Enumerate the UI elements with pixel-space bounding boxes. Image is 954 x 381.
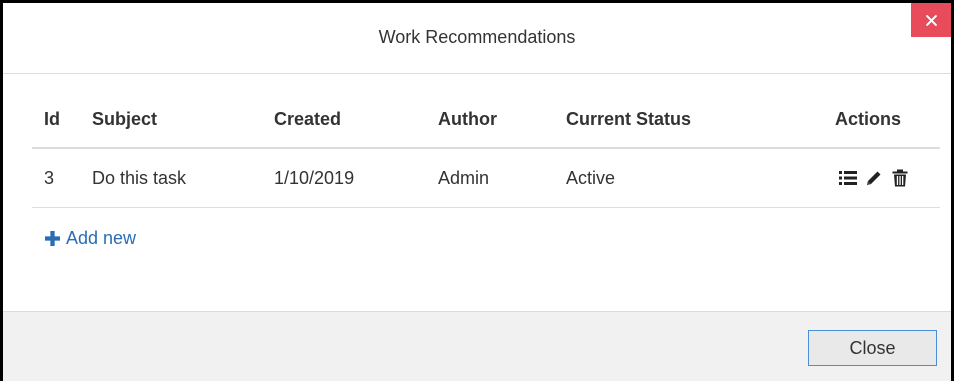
plus-icon xyxy=(45,231,60,246)
column-header-id[interactable]: Id xyxy=(32,91,92,149)
add-new-link[interactable]: Add new xyxy=(45,228,136,249)
work-recommendations-dialog: Work Recommendations Id Subject Created … xyxy=(0,0,954,381)
row-actions xyxy=(776,168,940,188)
dialog-footer: Close xyxy=(3,311,951,381)
column-header-author[interactable]: Author xyxy=(438,91,566,149)
cell-created: 1/10/2019 xyxy=(274,148,438,208)
cell-status: Active xyxy=(566,148,776,208)
pencil-icon[interactable] xyxy=(864,168,884,188)
column-header-created[interactable]: Created xyxy=(274,91,438,149)
cell-subject: Do this task xyxy=(92,148,274,208)
list-icon[interactable] xyxy=(838,168,858,188)
cell-actions xyxy=(776,148,940,208)
column-header-actions: Actions xyxy=(776,91,940,149)
add-new-label: Add new xyxy=(66,228,137,248)
table-row[interactable]: 3 Do this task 1/10/2019 Admin Active xyxy=(32,148,940,208)
column-header-subject[interactable]: Subject xyxy=(92,91,274,149)
dialog-title: Work Recommendations xyxy=(378,26,576,47)
column-header-status[interactable]: Current Status xyxy=(566,91,776,149)
close-x-button[interactable] xyxy=(911,3,951,37)
close-x-icon xyxy=(925,14,937,26)
dialog-header: Work Recommendations xyxy=(3,3,951,74)
table-header-row: Id Subject Created Author Current Status… xyxy=(32,91,940,149)
close-button[interactable]: Close xyxy=(808,330,937,366)
cell-id: 3 xyxy=(32,148,92,208)
cell-author: Admin xyxy=(438,148,566,208)
trash-icon[interactable] xyxy=(890,168,910,188)
recommendations-table: Id Subject Created Author Current Status… xyxy=(32,91,940,208)
